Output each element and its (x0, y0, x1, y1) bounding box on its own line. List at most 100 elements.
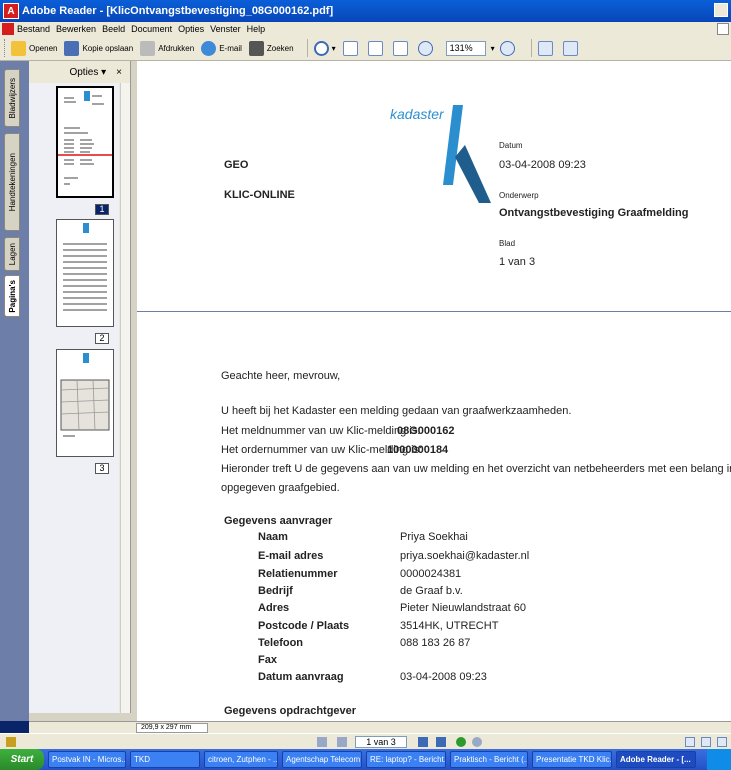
header-geo: GEO (224, 159, 249, 171)
taskbar-item[interactable]: RE: laptop? - Bericht... (366, 751, 446, 768)
pages-panel: Opties ▾ × 1 2 3 (29, 61, 131, 721)
go-forward-button[interactable] (472, 737, 482, 747)
taskbar-item[interactable]: TKD (130, 751, 200, 768)
taskbar-item[interactable]: Praktisch - Bericht (... (450, 751, 528, 768)
section-opdrachtgever: Gegevens opdrachtgever (224, 705, 357, 717)
page-icon (342, 40, 358, 56)
plus-icon (499, 40, 515, 56)
tab-layers[interactable]: Lagen (4, 237, 20, 271)
next-page-button[interactable] (418, 737, 428, 747)
window-control-button[interactable] (714, 3, 728, 17)
window-title: Adobe Reader - [KlicOntvangstbevestiging… (22, 5, 334, 17)
page-number-3[interactable]: 3 (95, 463, 109, 474)
zoom-in-button[interactable] (499, 40, 518, 56)
zoom-dropdown-icon[interactable]: ▾ (491, 44, 495, 53)
page-number-1[interactable]: 1 (95, 204, 109, 215)
onderwerp-label: Onderwerp (499, 191, 539, 200)
fit-page-button[interactable] (367, 40, 386, 56)
system-tray[interactable] (707, 749, 731, 770)
page-thumbnail-3[interactable] (56, 349, 114, 457)
taskbar-item[interactable]: Agentschap Telecom (282, 751, 362, 768)
folder-icon (11, 40, 26, 56)
field-label: Postcode / Plaats (258, 620, 350, 632)
tab-pages[interactable]: Pagina's (4, 275, 20, 317)
field-label: Naam (258, 531, 288, 543)
previous-page-button[interactable] (337, 737, 347, 747)
toolbar-grip[interactable] (4, 39, 7, 57)
page-number-input[interactable]: 1 van 3 (355, 736, 407, 748)
zoom-tool-button[interactable]: ▾ (313, 40, 336, 56)
binoculars-icon (248, 40, 264, 56)
viewport-edge (131, 61, 137, 721)
page-break-line (131, 311, 731, 312)
pdf-page: kadaster GEO KLIC-ONLINE Datum 03-04-200… (137, 61, 731, 721)
menu-bewerken[interactable]: Bewerken (56, 24, 96, 34)
taskbar-item[interactable]: Postvak IN - Micros... (48, 751, 126, 768)
menu-opties[interactable]: Opties (178, 24, 204, 34)
menu-venster[interactable]: Venster (210, 24, 241, 34)
field-label: Relatienummer (258, 568, 338, 580)
document-minimize-button[interactable] (717, 23, 729, 35)
menu-help[interactable]: Help (247, 24, 266, 34)
tab-signatures[interactable]: Handtekeningen (4, 133, 20, 231)
menu-document[interactable]: Document (131, 24, 172, 34)
open-button[interactable]: Openen (11, 40, 57, 56)
panel-scrollbar[interactable] (120, 83, 130, 713)
tab-bookmarks[interactable]: Bladwijzers (4, 69, 20, 127)
status-bar: 209,9 x 297 mm (29, 721, 731, 733)
panel-header: Opties ▾ × (29, 61, 130, 83)
email-button[interactable]: E-mail (201, 40, 242, 56)
field-label: E-mail adres (258, 550, 324, 562)
first-page-button[interactable] (317, 737, 327, 747)
hand-tool-icon[interactable] (6, 737, 16, 747)
field-value: 03-04-2008 09:23 (400, 671, 487, 683)
panel-footer (29, 713, 131, 721)
field-label: Telefoon (258, 637, 304, 649)
document-icon[interactable] (2, 23, 14, 35)
fit-width-button[interactable] (392, 40, 411, 56)
options-menu[interactable]: Opties ▾ (69, 67, 106, 78)
search-button[interactable]: Zoeken (248, 40, 294, 56)
rotate-ccw-button[interactable] (562, 40, 581, 56)
continuous-layout-icon[interactable] (701, 737, 711, 747)
page-thumbnail-1[interactable] (56, 86, 114, 198)
meldnummer-label: Het meldnummer van uw Klic-melding is: (221, 425, 421, 437)
print-button[interactable]: Afdrukken (140, 40, 194, 56)
menu-bestand[interactable]: Bestand (17, 24, 50, 34)
ordernummer-value: 1000000184 (387, 444, 449, 456)
blad-value: 1 van 3 (499, 256, 536, 268)
rotate-button[interactable] (537, 40, 556, 56)
menu-beeld[interactable]: Beeld (102, 24, 125, 34)
minus-icon (417, 40, 433, 56)
field-value: 3514HK, UTRECHT (400, 620, 499, 632)
greeting: Geachte heer, mevrouw, (221, 370, 341, 382)
single-page-layout-icon[interactable] (685, 737, 695, 747)
zoom-out-button[interactable] (417, 40, 436, 56)
intro-text: U heeft bij het Kadaster een melding ged… (221, 405, 572, 417)
body-line-2: opgegeven graafgebied. (221, 482, 340, 494)
field-label: Adres (258, 602, 290, 614)
toolbar-separator (306, 39, 308, 57)
meldnummer-value: 08G000162 (397, 425, 455, 437)
start-button[interactable]: Start (0, 749, 44, 770)
field-value: 088 183 26 87 (400, 637, 471, 649)
taskbar-item-active[interactable]: Adobe Reader - [... (616, 751, 696, 768)
adobe-reader-icon: A (3, 3, 19, 19)
taskbar-item[interactable]: Presentatie TKD Klic... (532, 751, 612, 768)
last-page-button[interactable] (436, 737, 446, 747)
page-thumbnail-2[interactable] (56, 219, 114, 327)
save-copy-button[interactable]: Kopie opslaan (64, 40, 133, 56)
facing-layout-icon[interactable] (717, 737, 727, 747)
field-value: Pieter Nieuwlandstraat 60 (400, 602, 526, 614)
fit-page-icon (367, 40, 383, 56)
go-back-button[interactable] (456, 737, 466, 747)
page-navigation-bar: 1 van 3 (0, 733, 731, 749)
zoom-input[interactable]: 131% (445, 40, 486, 56)
document-viewport[interactable]: kadaster GEO KLIC-ONLINE Datum 03-04-200… (131, 61, 731, 721)
page-number-2[interactable]: 2 (95, 333, 109, 344)
actual-size-button[interactable] (342, 40, 361, 56)
panel-close-button[interactable]: × (116, 67, 122, 78)
rotate-icon (537, 40, 553, 56)
taskbar-item[interactable]: citroen, Zutphen - ... (204, 751, 278, 768)
printer-icon (140, 40, 156, 56)
